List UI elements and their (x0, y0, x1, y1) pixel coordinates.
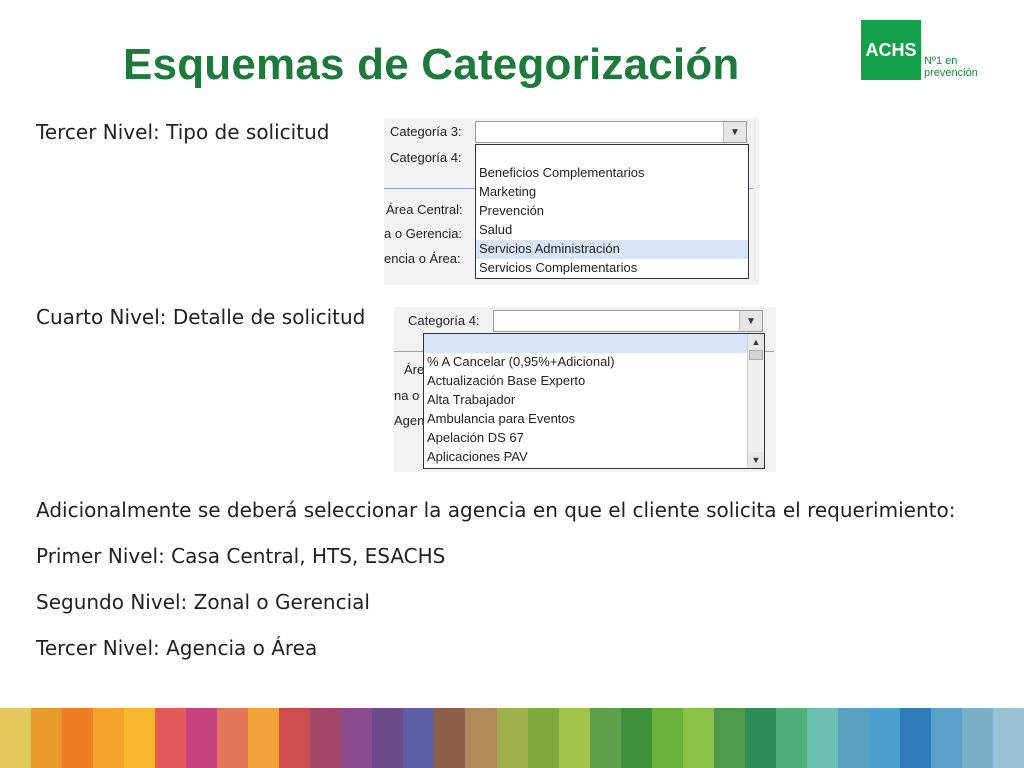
logo-tag-line1: Nº1 en (924, 55, 958, 67)
stripe (465, 708, 497, 768)
stripe (155, 708, 187, 768)
chevron-down-icon[interactable]: ▼ (723, 122, 746, 142)
stripe (496, 708, 528, 768)
list-item[interactable]: % A Cancelar (0,95%+Adicional) (427, 353, 615, 372)
scroll-thumb[interactable] (749, 350, 763, 360)
logo-tag-line2: prevención (924, 67, 978, 79)
section1-label: Tercer Nivel: Tipo de solicitud (36, 120, 330, 144)
side-label-3: encia o Área: (384, 251, 461, 266)
scroll-up-icon[interactable]: ▲ (748, 334, 764, 350)
stripe (527, 708, 559, 768)
side-label-2: na o (394, 388, 420, 403)
stripe (217, 708, 249, 768)
stripe (186, 708, 218, 768)
categoria4-combo[interactable]: ▼ (493, 310, 763, 332)
section2-label: Cuarto Nivel: Detalle de solicitud (36, 305, 366, 329)
categoria4-dropdown-list: % A Cancelar (0,95%+Adicional) Actualiza… (423, 333, 765, 469)
scrollbar[interactable]: ▲ ▼ (747, 334, 764, 468)
stripe (651, 708, 683, 768)
stripe (0, 708, 32, 768)
scroll-down-icon[interactable]: ▼ (748, 452, 764, 468)
stripe (868, 708, 900, 768)
screenshot-categoria-3: Categoría 3: ▼ Categoría 4: Área Central… (384, 118, 759, 285)
categoria3-combo[interactable]: ▼ (475, 121, 747, 143)
list-item[interactable]: Servicios Complementarios (479, 259, 637, 278)
categoria3-label: Categoría 3: (390, 124, 462, 139)
achs-logo: ACHS Nº1 en prevención (861, 20, 991, 80)
stripe (372, 708, 404, 768)
screenshot-categoria-4: Categoría 4: ▼ Áre na o Agen % A Cancela… (394, 307, 776, 472)
stripe (837, 708, 869, 768)
stripe (993, 708, 1024, 768)
empty-highlight (424, 334, 747, 353)
categoria3-dropdown-list: Beneficios Complementarios Marketing Pre… (475, 144, 749, 279)
stripe (806, 708, 838, 768)
slide-title: Esquemas de Categorización (123, 40, 740, 89)
stripe (744, 708, 776, 768)
stripe (620, 708, 652, 768)
stripe (682, 708, 714, 768)
stripe (279, 708, 311, 768)
stripe (775, 708, 807, 768)
stripe (558, 708, 590, 768)
side-label-3: Agen (394, 413, 425, 428)
stripe (930, 708, 962, 768)
categoria4-label: Categoría 4: (390, 150, 462, 165)
stripe (713, 708, 745, 768)
logo-tagline: Nº1 en prevención (924, 55, 978, 79)
list-item[interactable]: Ambulancia para Eventos (427, 410, 575, 429)
list-item[interactable]: Prevención (479, 202, 544, 221)
stripe (124, 708, 156, 768)
stripe (589, 708, 621, 768)
categoria4-field-label: Categoría 4: (408, 313, 480, 328)
list-item[interactable]: Marketing (479, 183, 536, 202)
list-item-selected[interactable]: Servicios Administración (479, 240, 620, 259)
text-line-2: Primer Nivel: Casa Central, HTS, ESACHS (36, 544, 446, 568)
stripe (899, 708, 931, 768)
list-item[interactable]: Beneficios Complementarios (479, 164, 644, 183)
body-text: Adicionalmente se deberá seleccionar la … (36, 487, 956, 671)
stripe (248, 708, 280, 768)
list-item[interactable]: Aplicaciones PAV (427, 448, 528, 467)
side-label-1: Áre (404, 362, 425, 377)
side-label-1: Área Central: (386, 202, 463, 217)
stripe (310, 708, 342, 768)
stripe (961, 708, 993, 768)
chevron-down-icon[interactable]: ▼ (739, 311, 762, 331)
stripe (93, 708, 125, 768)
text-line-4: Tercer Nivel: Agencia o Área (36, 636, 318, 660)
stripe (403, 708, 435, 768)
stripe (31, 708, 63, 768)
decorative-stripes (0, 708, 1024, 768)
list-item[interactable]: Actualización Base Experto (427, 372, 585, 391)
side-label-2: a o Gerencia: (384, 226, 463, 241)
text-line-3: Segundo Nivel: Zonal o Gerencial (36, 590, 370, 614)
list-item[interactable]: Salud (479, 221, 512, 240)
list-item[interactable]: Alta Trabajador (427, 391, 515, 410)
text-line-1: Adicionalmente se deberá seleccionar la … (36, 498, 956, 522)
list-item[interactable]: Apelación DS 67 (427, 429, 524, 448)
stripe (434, 708, 466, 768)
stripe (341, 708, 373, 768)
stripe (62, 708, 94, 768)
logo-mark: ACHS (861, 20, 921, 80)
